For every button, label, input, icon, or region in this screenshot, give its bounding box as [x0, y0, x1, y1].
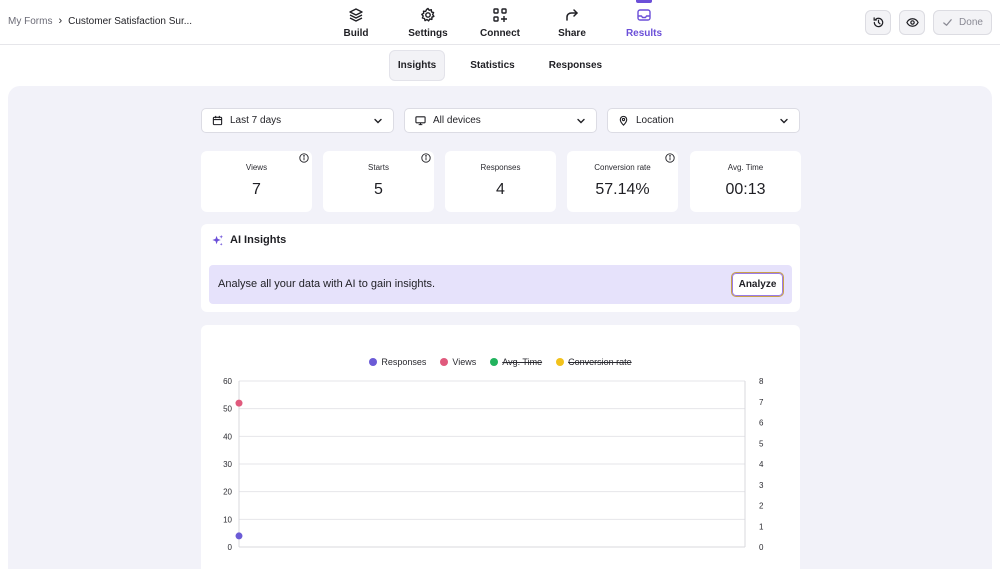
location-select[interactable]: Location — [607, 108, 800, 133]
y-left-tick-label: 40 — [223, 432, 232, 441]
calendar-icon — [212, 115, 223, 126]
y-left-tick-label: 60 — [223, 377, 232, 386]
preview-button[interactable] — [899, 10, 925, 35]
stat-label: Avg. Time — [727, 163, 764, 172]
y-right-tick-label: 5 — [759, 439, 764, 448]
date-range-value: Last 7 days — [230, 115, 282, 126]
breadcrumb-my-forms[interactable]: My Forms — [8, 16, 52, 27]
ai-insights-banner: Analyse all your data with AI to gain in… — [209, 265, 792, 304]
nav-results-label: Results — [625, 27, 663, 39]
y-right-tick-label: 1 — [759, 522, 764, 531]
main-nav: Build Settings Connect Share Results — [320, 0, 680, 45]
stat-label: Responses — [480, 163, 521, 172]
stat-label: Conversion rate — [594, 163, 651, 172]
data-point-responses — [235, 532, 243, 540]
history-button[interactable] — [865, 10, 891, 35]
tab-statistics[interactable]: Statistics — [461, 50, 523, 81]
history-icon — [873, 17, 883, 28]
y-right-tick-label: 2 — [759, 502, 764, 511]
chevron-down-icon — [374, 118, 382, 124]
stat-card-views: Views 7 — [201, 151, 312, 212]
stat-label: Views — [245, 163, 268, 172]
ai-insights-card: AI Insights Analyse all your data with A… — [201, 224, 800, 312]
nav-results[interactable]: Results — [608, 0, 680, 45]
stat-value: 00:13 — [725, 181, 766, 198]
analyze-button[interactable]: Analyze — [731, 272, 784, 297]
connect-icon — [493, 7, 507, 22]
chevron-down-icon — [780, 118, 788, 124]
top-bar: My Forms › Customer Satisfaction Sur... … — [0, 0, 1000, 45]
y-left-tick-label: 30 — [223, 460, 232, 469]
stat-value: 5 — [374, 181, 383, 198]
y-right-tick-label: 8 — [759, 377, 764, 386]
nav-connect[interactable]: Connect — [464, 0, 536, 45]
eye-icon — [905, 18, 919, 27]
devices-select[interactable]: All devices — [404, 108, 597, 133]
ai-banner-text: Analyse all your data with AI to gain in… — [218, 278, 436, 290]
data-point-views — [235, 399, 243, 407]
tab-insights[interactable]: Insights — [388, 50, 446, 81]
devices-value: All devices — [433, 115, 481, 126]
stat-value: 4 — [496, 181, 505, 198]
y-left-tick-label: 10 — [223, 515, 232, 524]
stat-value: 7 — [252, 181, 261, 198]
breadcrumb: My Forms › Customer Satisfaction Sur... — [8, 15, 192, 27]
nav-build[interactable]: Build — [320, 0, 392, 45]
gear-icon — [421, 7, 435, 22]
y-left-tick-label: 50 — [223, 405, 232, 414]
insights-panel: Last 7 days All devices Location Views 7… — [8, 86, 992, 569]
chevron-down-icon — [577, 118, 585, 124]
insights-chart-card: Responses Views Avg. Time Conversion rate 0… — [201, 325, 800, 569]
date-range-select[interactable]: Last 7 days — [201, 108, 394, 133]
monitor-icon — [415, 116, 426, 126]
sparkles-icon — [212, 234, 224, 246]
y-right-tick-label: 7 — [759, 398, 764, 407]
stat-card-starts: Starts 5 — [323, 151, 434, 212]
stat-card-conversion-rate: Conversion rate 57.14% — [567, 151, 678, 212]
nav-settings-label: Settings — [408, 27, 448, 39]
check-icon — [943, 19, 952, 26]
layers-icon — [349, 7, 363, 22]
y-left-tick-label: 0 — [228, 543, 233, 552]
nav-connect-label: Connect — [480, 27, 520, 39]
stat-label: Starts — [368, 163, 389, 172]
breadcrumb-current-form: Customer Satisfaction Sur... — [68, 15, 193, 27]
location-value: Location — [636, 115, 674, 126]
header-actions: Done — [865, 10, 992, 35]
nav-settings[interactable]: Settings — [392, 0, 464, 45]
y-right-tick-label: 3 — [759, 481, 764, 490]
map-pin-icon — [619, 115, 628, 126]
stat-value: 57.14% — [595, 181, 650, 198]
ai-insights-title: AI Insights — [230, 234, 287, 246]
info-icon[interactable] — [665, 153, 675, 163]
nav-build-label: Build — [343, 27, 369, 39]
y-left-tick-label: 20 — [223, 488, 232, 497]
stat-card-avg-time: Avg. Time 00:13 — [690, 151, 801, 212]
nav-share-label: Share — [558, 27, 586, 39]
y-right-tick-label: 0 — [759, 543, 764, 552]
stat-card-responses: Responses 4 — [445, 151, 556, 212]
done-label: Done — [959, 17, 983, 28]
info-icon[interactable] — [299, 153, 309, 163]
results-subtabs: Insights Statistics Responses — [0, 50, 1000, 81]
done-button[interactable]: Done — [933, 10, 992, 35]
share-icon — [566, 8, 578, 21]
y-right-tick-label: 4 — [759, 460, 764, 469]
inbox-icon — [637, 8, 651, 21]
info-icon[interactable] — [421, 153, 431, 163]
tab-responses[interactable]: Responses — [540, 50, 611, 81]
nav-share[interactable]: Share — [536, 0, 608, 45]
insights-chart: 0 10 20 30 40 50 60 0 1 2 3 4 5 6 7 8 — [223, 377, 764, 552]
breadcrumb-separator: › — [58, 15, 63, 27]
y-right-tick-label: 6 — [759, 419, 764, 428]
